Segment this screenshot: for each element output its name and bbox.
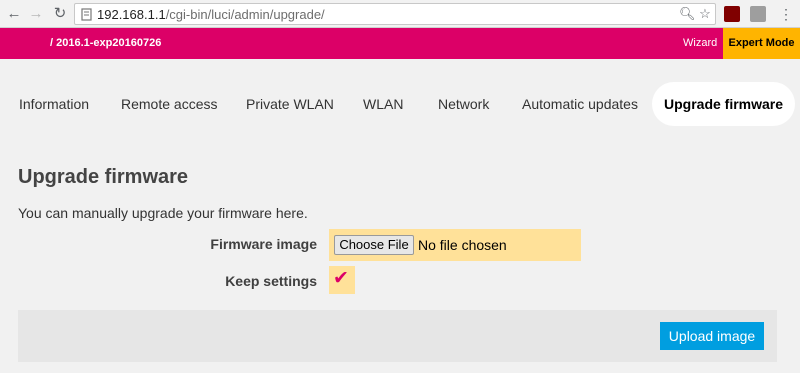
wizard-link[interactable]: Wizard: [683, 37, 717, 49]
zoom-icon[interactable]: 🔍︎: [679, 6, 696, 22]
tab-automatic-updates[interactable]: Automatic updates: [522, 82, 638, 126]
choose-file-button[interactable]: Choose File: [334, 235, 414, 255]
tab-network[interactable]: Network: [438, 82, 489, 126]
checkmark-icon: ✔: [333, 268, 349, 289]
url-text: 192.168.1.1/cgi-bin/luci/admin/upgrade/: [97, 7, 325, 22]
main-tabs: Information Remote access Private WLAN W…: [0, 82, 800, 128]
expert-mode-button[interactable]: Expert Mode: [723, 28, 800, 59]
header-bar: / 2016.1-exp20160726 Wizard Expert Mode: [0, 28, 800, 59]
address-bar[interactable]: 192.168.1.1/cgi-bin/luci/admin/upgrade/ …: [74, 3, 716, 25]
info-icon[interactable]: [81, 8, 93, 21]
tab-upgrade-firmware[interactable]: Upgrade firmware: [652, 82, 796, 126]
form-actions: Upload image: [18, 310, 777, 362]
tab-wlan[interactable]: WLAN: [363, 82, 403, 126]
upload-image-button[interactable]: Upload image: [660, 322, 764, 350]
forward-arrow-icon[interactable]: →: [26, 4, 46, 24]
tab-remote-access[interactable]: Remote access: [121, 82, 217, 126]
page-description: You can manually upgrade your firmware h…: [18, 205, 308, 221]
version-label: / 2016.1-exp20160726: [50, 37, 162, 49]
keep-settings-label: Keep settings: [225, 273, 317, 289]
keep-settings-checkbox[interactable]: ✔: [329, 266, 355, 294]
tab-private-wlan[interactable]: Private WLAN: [246, 82, 334, 126]
back-arrow-icon[interactable]: ←: [4, 4, 24, 24]
menu-kebab-icon[interactable]: ⋮: [776, 4, 796, 24]
firmware-file-input[interactable]: Choose File No file chosen: [329, 229, 581, 261]
firmware-image-label: Firmware image: [210, 236, 317, 252]
no-file-text: No file chosen: [418, 237, 507, 253]
extension-icon[interactable]: [750, 6, 766, 22]
bookmark-star-icon[interactable]: ☆: [697, 6, 713, 22]
tab-information[interactable]: Information: [19, 82, 89, 126]
browser-toolbar: ← → ↻ 192.168.1.1/cgi-bin/luci/admin/upg…: [0, 0, 800, 28]
page-title: Upgrade firmware: [18, 166, 189, 188]
reload-icon[interactable]: ↻: [50, 4, 70, 24]
ublock-extension-icon[interactable]: [724, 6, 740, 22]
